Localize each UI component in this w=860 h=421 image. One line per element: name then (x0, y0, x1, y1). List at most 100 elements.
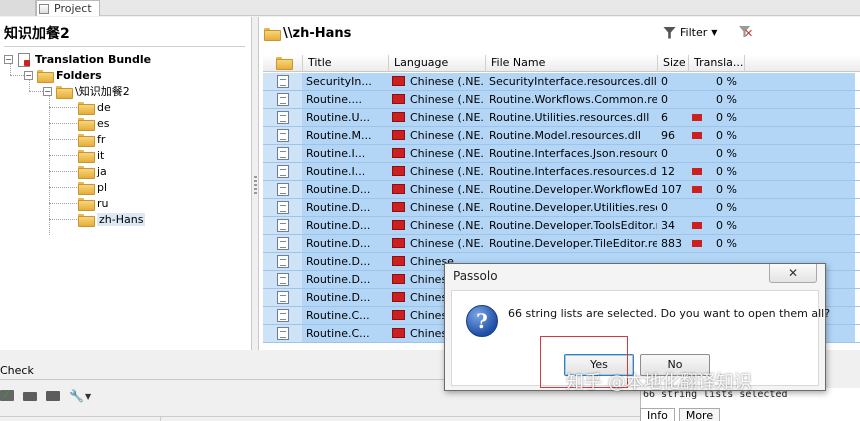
tab-info[interactable]: Info (640, 408, 675, 421)
collapse-icon[interactable]: − (4, 54, 13, 64)
tree-item-label: Folders (56, 68, 102, 82)
china-flag-icon (392, 202, 405, 212)
string-list-icon (276, 165, 289, 178)
table-row[interactable]: Routine.D... Chinese (.NE... Routine.Devel… (263, 199, 860, 217)
progress-cell: 0 % (689, 127, 745, 144)
tree-item-bundle[interactable]: − Translation Bundle (4, 51, 151, 67)
column-header[interactable]: Language (389, 55, 486, 72)
tree-item-lang-fr[interactable]: fr (78, 131, 105, 147)
tree-item-lang-ru[interactable]: ru (78, 195, 109, 211)
collapse-icon[interactable]: − (43, 86, 52, 96)
progress-cell: 0 % (689, 91, 745, 108)
title-cell: Routine.D... (303, 253, 389, 270)
percent-text: 0 % (716, 147, 737, 160)
progress-cell: 0 % (689, 217, 745, 234)
china-flag-icon (392, 94, 405, 104)
folder-icon (78, 117, 95, 131)
size-cell: 12 (658, 163, 689, 180)
collapse-icon[interactable]: − (24, 70, 33, 80)
tab-stub[interactable] (0, 0, 36, 16)
top-tab-strip: Project (0, 0, 860, 16)
title-cell: Routine.D... (303, 271, 389, 288)
column-header[interactable]: File Name (486, 55, 658, 72)
china-flag-icon (392, 112, 405, 122)
tree-item-lang-ja[interactable]: ja (78, 163, 107, 179)
title-text: Routine.D... (306, 255, 371, 268)
tree-item-lang-pl[interactable]: pl (78, 179, 107, 195)
column-header[interactable]: Title (303, 55, 389, 72)
watermark-text: 知乎 @本地化翻译知识 (566, 372, 752, 393)
string-list-icon (276, 327, 289, 340)
tree-item-project-folder[interactable]: − \知识加餐2 (43, 83, 130, 99)
table-row[interactable]: Routine.I... Chinese (.NE... Routine.Inter… (263, 145, 860, 163)
row-icon-cell (263, 253, 303, 270)
filler-cell (745, 181, 855, 198)
progress-cell: 0 % (689, 181, 745, 198)
tab-more[interactable]: More (678, 408, 721, 421)
table-row[interactable]: Routine.U... Chinese (.NE... Routine.Utili… (263, 109, 860, 127)
filename-cell: Routine.Model.resources.dll (486, 127, 658, 144)
filler-cell (745, 199, 855, 216)
tree-item-lang-de[interactable]: de (78, 99, 111, 115)
pane-splitter-grip[interactable] (254, 176, 257, 194)
title-text: Routine.M... (306, 129, 372, 142)
column-header[interactable]: Size (658, 55, 689, 72)
progress-cell: 0 % (689, 235, 745, 252)
percent-text: 0 % (716, 75, 737, 88)
tree-item-folders[interactable]: − Folders (24, 67, 102, 83)
title-text: Routine.D... (306, 201, 371, 214)
title-text: Routine.D... (306, 219, 371, 232)
tree-connector (49, 203, 77, 204)
dialog-title: Passolo (453, 269, 498, 283)
title-text: Routine.D... (306, 273, 371, 286)
progress-bar (692, 132, 702, 139)
table-row[interactable]: SecurityIn... Chinese (.NE... SecurityInte… (263, 73, 860, 91)
table-row[interactable]: Routine.I... Chinese (.NE... Routine.Inter… (263, 163, 860, 181)
column-header[interactable]: Transla... (689, 55, 745, 72)
language-text: Chinese (.NE... (410, 219, 486, 232)
percent-text: 0 % (716, 183, 737, 196)
language-cell: Chinese (.NE... (389, 145, 486, 162)
column-header[interactable] (263, 55, 303, 72)
filename-cell: Routine.Utilities.resources.dll (486, 109, 658, 126)
title-text: Routine.C... (306, 309, 370, 322)
language-cell: Chinese (.NE... (389, 109, 486, 126)
progress-cell: 0 % (689, 73, 745, 90)
tree-item-label: de (97, 100, 111, 114)
message-icon[interactable] (46, 390, 61, 403)
chevron-down-icon: ▼ (711, 28, 718, 37)
chevron-down-icon[interactable]: ▼ (85, 392, 91, 401)
table-row[interactable]: Routine.M... Chinese (.NE... Routine.Model… (263, 127, 860, 145)
title-text: Routine.I... (306, 147, 366, 160)
string-list-icon (276, 75, 289, 88)
wrench-icon[interactable]: 🔧 (69, 390, 84, 403)
tree-item-lang-it[interactable]: it (78, 147, 104, 163)
china-flag-icon (392, 220, 405, 230)
clear-filter-icon[interactable]: ✕ (739, 26, 753, 39)
progress-bar (692, 150, 702, 157)
tree-item-lang-es[interactable]: es (78, 115, 110, 131)
title-cell: Routine.D... (303, 217, 389, 234)
progress-bar (692, 204, 702, 211)
project-tree-pane: 知识加餐2 − Translation Bundle − Folders − \知识加餐2… (0, 17, 252, 350)
row-icon-cell (263, 181, 303, 198)
progress-bar (692, 222, 702, 229)
filter-button[interactable]: Filter ▼ (663, 26, 717, 39)
tree-item-lang-zh-hans[interactable]: zh-Hans (78, 211, 146, 227)
tab-project[interactable]: Project (36, 0, 100, 16)
dialog-titlebar[interactable]: Passolo ✕ (445, 264, 825, 286)
percent-text: 0 % (716, 111, 737, 124)
table-row[interactable]: Routine.D... Chinese (.NE... Routine.Devel… (263, 235, 860, 253)
close-icon[interactable]: ✕ (769, 264, 817, 283)
table-row[interactable]: Routine.D... Chinese (.NE... Routine.Devel… (263, 217, 860, 235)
project-icon (39, 3, 49, 14)
row-icon-cell (263, 109, 303, 126)
filename-cell: Routine.Developer.WorkflowEditor (486, 181, 658, 198)
title-divider (4, 46, 245, 47)
table-row[interactable]: Routine.... Chinese (.NE... Routine.Workfl… (263, 91, 860, 109)
row-icon-cell (263, 289, 303, 306)
table-row[interactable]: Routine.D... Chinese (.NE... Routine.Devel… (263, 181, 860, 199)
run-check-icon[interactable] (0, 388, 15, 403)
check-list-icon[interactable] (23, 390, 38, 403)
title-cell: Routine.D... (303, 181, 389, 198)
